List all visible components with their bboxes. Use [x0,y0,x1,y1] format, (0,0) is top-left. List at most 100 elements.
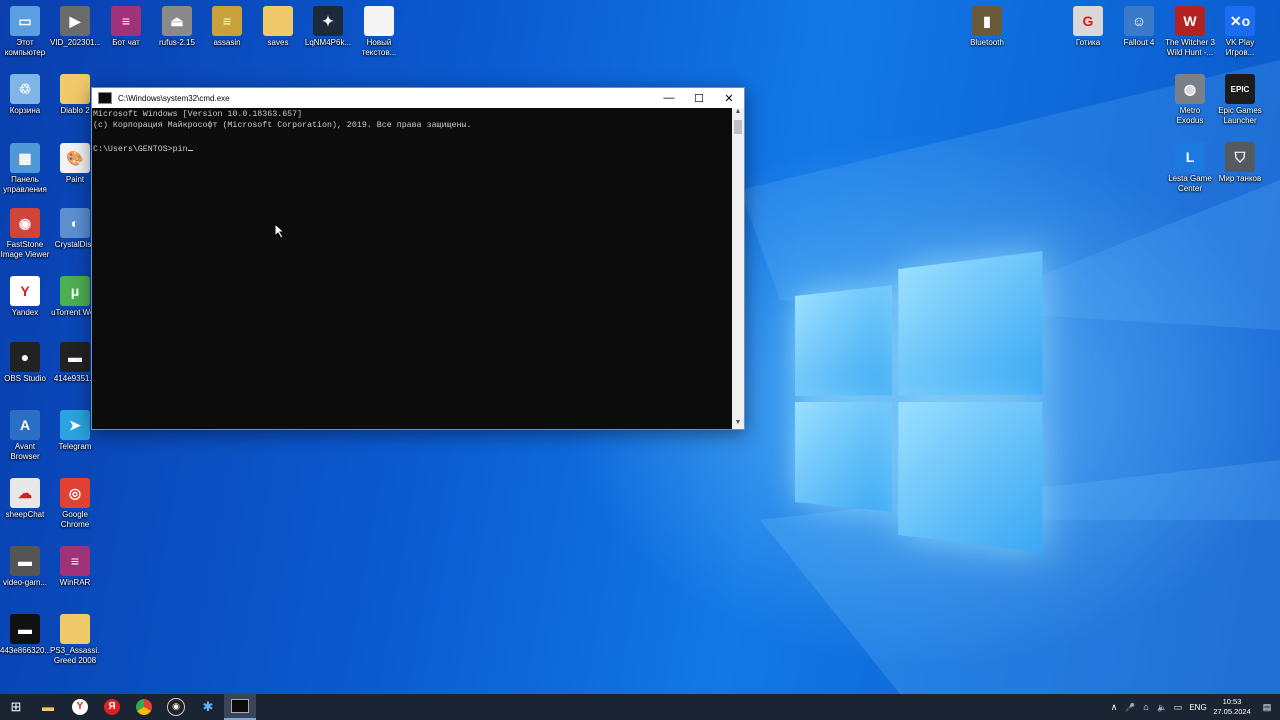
display-icon[interactable]: ▭ [1170,702,1186,713]
desktop-shortcut-winrar-archive[interactable]: ≡ Бот чат [101,6,151,48]
sheepchat-icon: ☁ [10,478,40,508]
desktop-shortcut-recycle-bin[interactable]: ♲ Корзина [0,74,50,116]
console-prompt-line: C:\Users\GENTOS>pin [93,142,731,155]
notifications-icon[interactable]: ▤ [1254,702,1280,713]
scroll-down-icon[interactable]: ▼ [732,419,744,429]
taskbar-obs[interactable]: ◉ [160,694,192,720]
winrar-icon: ≡ [60,546,90,576]
desktop-shortcut-faststone[interactable]: ◉ FastStone Image Viewer [0,208,50,260]
desktop-shortcut-google-chrome[interactable]: ◎ Google Chrome [50,478,100,530]
obs-icon: ◉ [167,698,185,716]
clock-date: 27.05.2024 [1213,707,1251,716]
desktop-shortcut-label: Новый текстов... [361,38,397,57]
scrollbar-thumb[interactable] [734,120,742,134]
avant-browser-icon: A [10,410,40,440]
folder-icon [263,6,293,36]
microphone-icon[interactable]: 🎤 [1122,703,1138,712]
desktop-shortcut-metro-exodus[interactable]: ◍ Metro Exodus [1165,74,1215,126]
this-pc-icon: ▭ [10,6,40,36]
desktop-shortcut-fallout4[interactable]: ☺ Fallout 4 [1114,6,1164,48]
minimize-button[interactable]: — [654,88,684,108]
screenshot-thumbnail-icon: ▬ [60,342,90,372]
cmd-title-bar[interactable]: C:\Windows\system32\cmd.exe — ☐ ✕ [92,88,744,108]
desktop-shortcut-video-game[interactable]: ▬ video-gam... [0,546,50,588]
archive-icon: ≡ [212,6,242,36]
desktop-shortcut-label: Yandex [11,308,39,317]
metro-exodus-icon: ◍ [1175,74,1205,104]
desktop-shortcut-label: PS3_Assassi... Greed 2008 [50,646,100,665]
clock[interactable]: 10:53 27.05.2024 [1210,697,1254,717]
folder-icon: ▬ [42,700,54,714]
taskbar-app[interactable]: ✱ [192,694,224,720]
scroll-up-icon[interactable]: ▲ [732,108,744,118]
desktop-shortcut-image-file[interactable]: ✦ LqNM4P6k... [303,6,353,48]
show-hidden-icons-chevron-icon[interactable]: ∧ [1106,702,1122,713]
desktop-shortcut-usb-drive[interactable]: ⏏ rufus-2.15 [152,6,202,48]
desktop-shortcut-label: The Witcher 3 Wild Hunt -... [1165,38,1215,57]
windows-logo [795,251,1043,553]
desktop-shortcut-witcher3[interactable]: W The Witcher 3 Wild Hunt -... [1165,6,1215,58]
utorrent-icon: μ [60,276,90,306]
desktop-shortcut-winrar[interactable]: ≡ WinRAR [50,546,100,588]
desktop-shortcut-epic-games[interactable]: EPIC Epic Games Launcher [1215,74,1265,126]
witcher3-icon: W [1175,6,1205,36]
desktop-shortcut-label: saves [267,38,289,47]
app-icon: ✱ [202,699,214,714]
faststone-icon: ◉ [10,208,40,238]
desktop-shortcut-video-file[interactable]: ▶ VID_202301... [50,6,100,48]
yandex-browser-icon: Я [104,699,120,715]
desktop-shortcut-label: LqNM4P6k... [304,38,352,47]
telegram-icon: ➤ [60,410,90,440]
taskbar-file-explorer[interactable]: ▬ [32,694,64,720]
taskbar-yandex[interactable]: Y [64,694,96,720]
volume-icon[interactable]: 🔈 [1154,703,1170,712]
network-icon[interactable]: ⌂ [1138,702,1154,712]
desktop: ▭ Этот компьютер ▶ VID_202301... ≡ Бот чат ⏏ ru… [0,0,1280,694]
desktop-shortcut-text-file[interactable]: Новый текстов... [354,6,404,58]
desktop-shortcut-gothic[interactable]: G Готика [1063,6,1113,48]
start-button[interactable]: ⊞ [0,694,32,720]
desktop-shortcut-label: assasin [213,38,241,47]
maximize-button[interactable]: ☐ [684,88,714,108]
desktop-shortcut-label: Корзина [9,106,41,115]
desktop-shortcut-vk-play[interactable]: ✕o VK Play Игров... [1215,6,1265,58]
desktop-shortcut-lesta-game-center[interactable]: L Lesta Game Center [1165,142,1215,194]
desktop-shortcut-label: Bluetooth [970,38,1004,47]
desktop-shortcut-label: Fallout 4 [1123,38,1155,47]
taskbar-chrome[interactable] [128,694,160,720]
desktop-shortcut-control-panel[interactable]: ▦ Панель управления [0,143,50,195]
desktop-shortcut-yandex[interactable]: Y Yandex [0,276,50,318]
desktop-shortcut-label: Metro Exodus [1176,106,1204,125]
desktop-shortcut-avant-browser[interactable]: A Avant Browser [0,410,50,462]
desktop-shortcut-folder[interactable]: saves [253,6,303,48]
desktop-shortcut-label: video-gam... [2,578,48,587]
taskbar-cmd[interactable] [224,694,256,720]
desktop-shortcut-label: Avant Browser [10,442,40,461]
desktop-shortcut-ps3-folder[interactable]: PS3_Assassi... Greed 2008 [50,614,100,666]
desktop-shortcut-bluetooth[interactable]: ▮ Bluetooth [962,6,1012,48]
desktop-shortcut-this-pc[interactable]: ▭ Этот компьютер [0,6,50,58]
taskbar-yandex-browser[interactable]: Я [96,694,128,720]
console-copyright-line: (c) Корпорация Майкрософт (Microsoft Cor… [93,121,472,130]
video-file-icon: ▶ [60,6,90,36]
crystaldisk-icon: ◐ [60,208,90,238]
cmd-window-title: C:\Windows\system32\cmd.exe [118,93,230,103]
desktop-shortcut-label: Этот компьютер [4,38,46,57]
desktop-shortcut-sheepchat[interactable]: ☁ sheepChat [0,478,50,520]
cmd-window[interactable]: C:\Windows\system32\cmd.exe — ☐ ✕ Micros… [91,87,745,430]
desktop-shortcut-image-thumbnail[interactable]: ▬ 443e866320... [0,614,50,656]
close-button[interactable]: ✕ [714,88,744,108]
desktop-shortcut-archive[interactable]: ≡ assasin [202,6,252,48]
clock-time: 10:53 [1222,697,1242,706]
desktop-shortcut-mir-tankov[interactable]: ⛉ Мир танков [1215,142,1265,184]
video-game-icon: ▬ [10,546,40,576]
obs-studio-icon: ● [10,342,40,372]
desktop-shortcut-obs-studio[interactable]: ● OBS Studio [0,342,50,384]
vk-play-icon: ✕o [1225,6,1255,36]
console-output[interactable]: Microsoft Windows [Version 10.0.18363.65… [92,108,732,429]
desktop-shortcut-label: VID_202301... [50,38,100,47]
language-indicator[interactable]: ENG [1186,703,1210,712]
control-panel-icon: ▦ [10,143,40,173]
vertical-scrollbar[interactable]: ▲ ▼ [732,108,744,429]
diablo-folder-icon [60,74,90,104]
